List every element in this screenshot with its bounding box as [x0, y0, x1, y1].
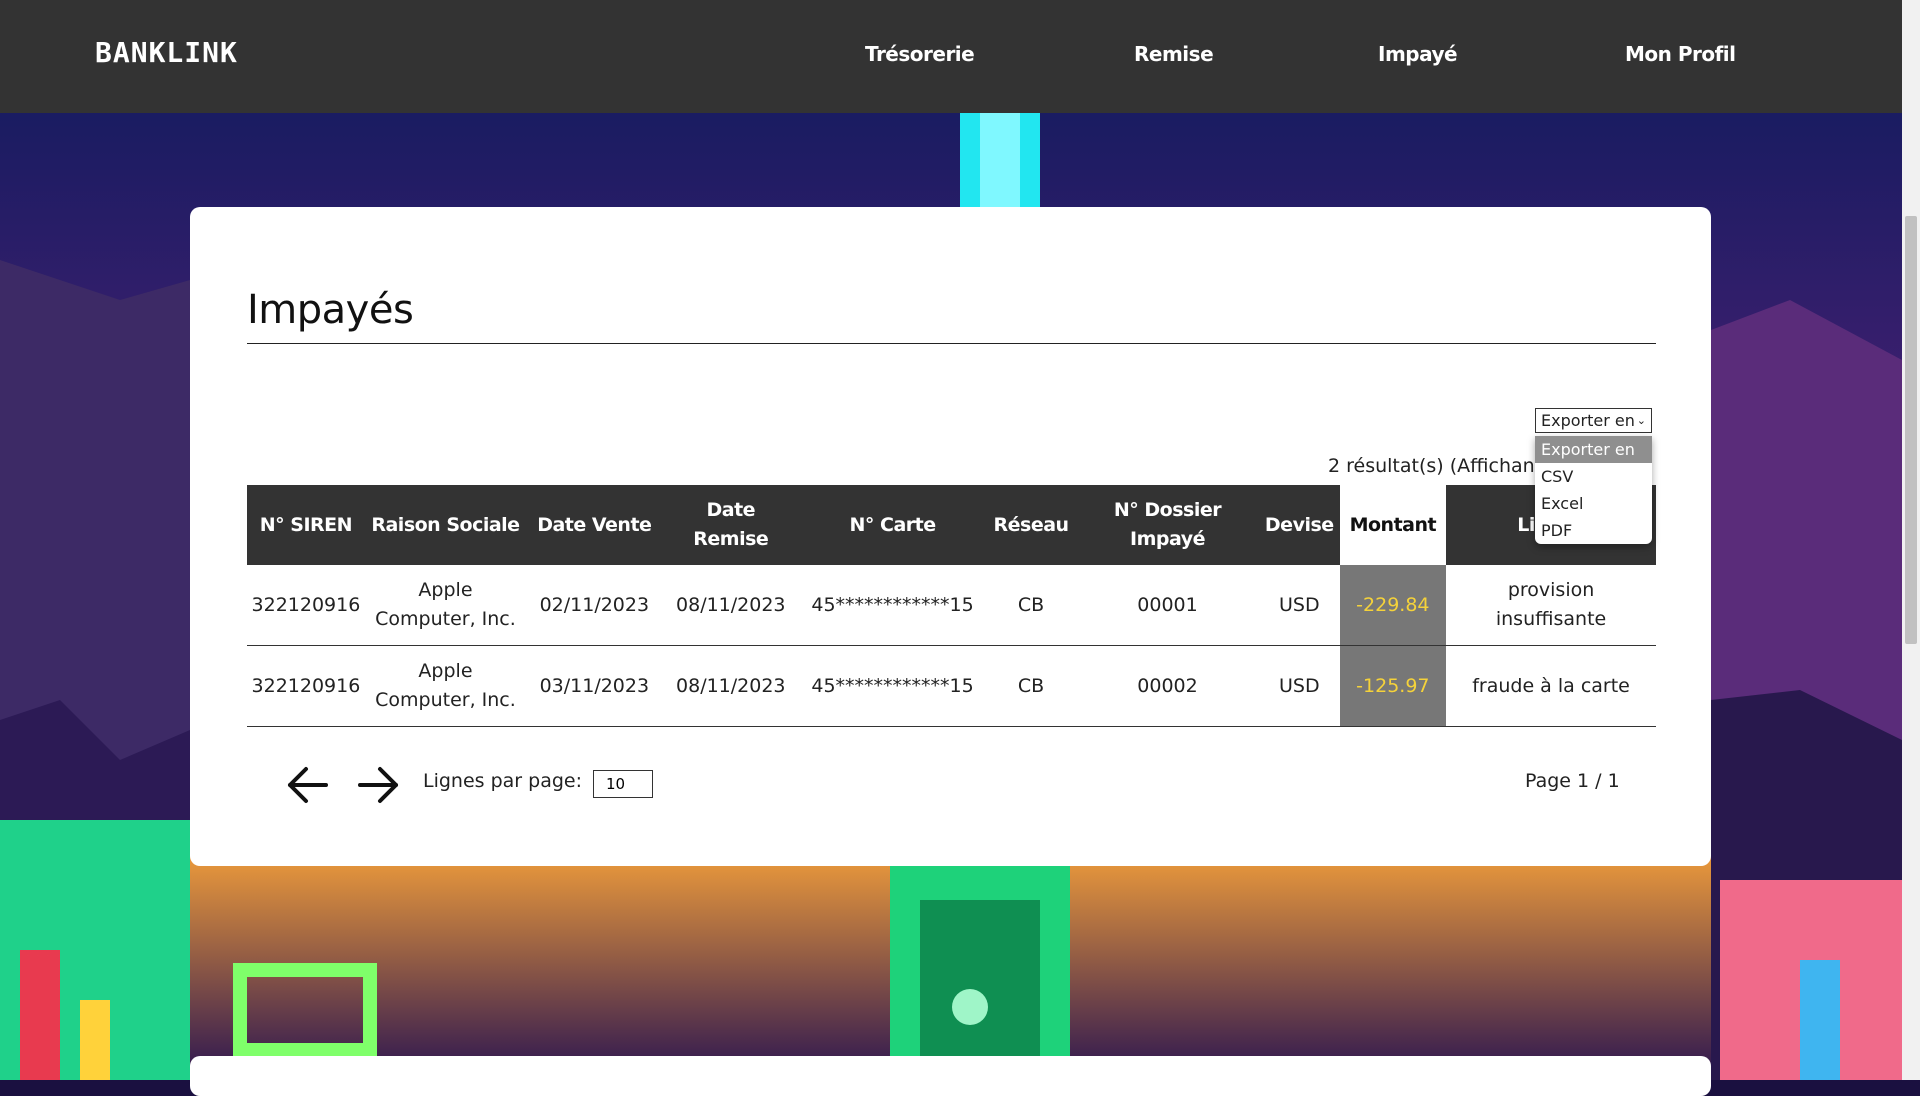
cell-montant: -125.97	[1339, 645, 1447, 727]
col-header-montant[interactable]: Montant	[1339, 485, 1447, 565]
arrow-left-icon[interactable]	[284, 765, 330, 805]
scrollbar-thumb[interactable]	[1905, 216, 1917, 644]
col-header-date-remise[interactable]: Date Remise	[662, 485, 799, 565]
export-option-default[interactable]: Exporter en	[1535, 436, 1652, 463]
export-option-pdf[interactable]: PDF	[1535, 517, 1652, 544]
nav-impaye[interactable]: Impayé	[1378, 42, 1458, 66]
cell-raison-sociale: Apple Computer, Inc.	[364, 565, 527, 646]
table-row: 322120916 Apple Computer, Inc. 02/11/202…	[247, 565, 1656, 646]
col-header-reseau[interactable]: Réseau	[986, 485, 1077, 565]
export-dropdown-menu: Exporter en CSV Excel PDF	[1535, 436, 1652, 544]
col-header-siren[interactable]: N° SIREN	[247, 485, 365, 565]
cell-reseau: CB	[986, 645, 1077, 727]
cell-raison-sociale: Apple Computer, Inc.	[364, 645, 527, 727]
export-select-value: Exporter en	[1541, 411, 1635, 430]
chevron-down-icon: ⌄	[1636, 414, 1646, 427]
impayes-table: N° SIREN Raison Sociale Date Vente Date …	[247, 485, 1656, 727]
brand-logo[interactable]: BANKLINK	[95, 36, 238, 69]
nav-tresorerie[interactable]: Trésorerie	[865, 42, 975, 66]
cell-libelle: provision insuffisante	[1446, 565, 1656, 646]
col-header-carte[interactable]: N° Carte	[799, 485, 987, 565]
cell-devise: USD	[1258, 645, 1340, 727]
cell-reseau: CB	[986, 565, 1077, 646]
cell-libelle: fraude à la carte	[1446, 645, 1656, 727]
cell-dossier: 00001	[1076, 565, 1259, 646]
nav-remise[interactable]: Remise	[1134, 42, 1214, 66]
table-header-row: N° SIREN Raison Sociale Date Vente Date …	[247, 485, 1656, 565]
results-count: 2 résultat(s) (Affichant	[1328, 455, 1535, 477]
cell-siren: 322120916	[247, 645, 365, 727]
title-divider	[247, 343, 1656, 344]
page-title: Impayés	[247, 287, 414, 333]
cell-devise: USD	[1258, 565, 1340, 646]
cell-montant: -229.84	[1339, 565, 1447, 646]
secondary-card	[190, 1056, 1711, 1096]
export-select[interactable]: Exporter en ⌄	[1535, 408, 1652, 433]
impayes-card: Impayés Exporter en ⌄ 2 résultat(s) (Aff…	[190, 207, 1711, 866]
cell-carte: 45************15	[799, 645, 987, 727]
rows-per-page-input[interactable]	[593, 770, 653, 798]
page-indicator: Page 1 / 1	[1525, 770, 1620, 792]
col-header-raison-sociale[interactable]: Raison Sociale	[364, 485, 527, 565]
cell-date-vente: 02/11/2023	[526, 565, 663, 646]
cell-carte: 45************15	[799, 565, 987, 646]
cell-date-remise: 08/11/2023	[662, 565, 799, 646]
table-row: 322120916 Apple Computer, Inc. 03/11/202…	[247, 645, 1656, 727]
cell-date-vente: 03/11/2023	[526, 645, 663, 727]
col-header-dossier-impaye[interactable]: N° Dossier Impayé	[1076, 485, 1259, 565]
cell-siren: 322120916	[247, 565, 365, 646]
rows-per-page-label: Lignes par page:	[423, 770, 583, 792]
arrow-right-icon[interactable]	[356, 765, 402, 805]
top-navbar: BANKLINK Trésorerie Remise Impayé Mon Pr…	[0, 0, 1902, 113]
export-option-excel[interactable]: Excel	[1535, 490, 1652, 517]
col-header-date-vente[interactable]: Date Vente	[526, 485, 663, 565]
page-scrollbar[interactable]	[1902, 0, 1920, 1080]
export-option-csv[interactable]: CSV	[1535, 463, 1652, 490]
col-header-devise[interactable]: Devise	[1258, 485, 1340, 565]
cell-date-remise: 08/11/2023	[662, 645, 799, 727]
nav-mon-profil[interactable]: Mon Profil	[1625, 42, 1736, 66]
cell-dossier: 00002	[1076, 645, 1259, 727]
